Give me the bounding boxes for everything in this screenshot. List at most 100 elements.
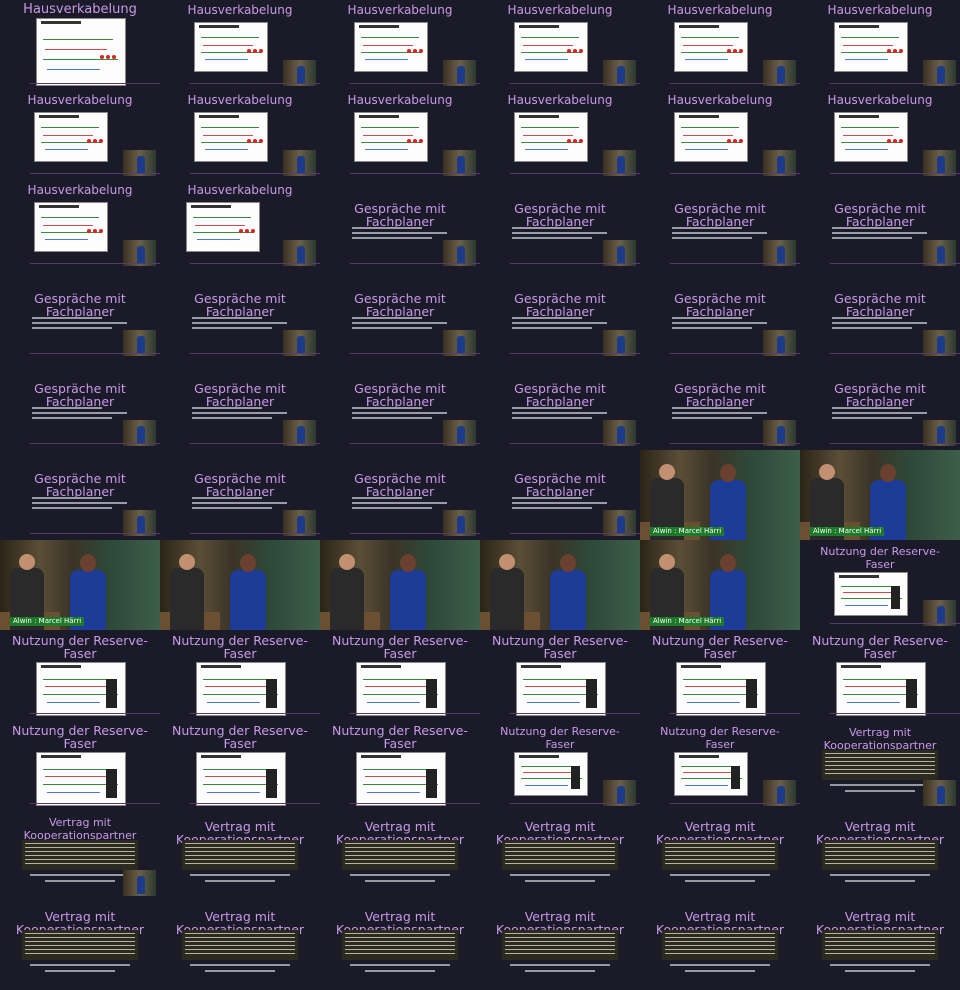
video-thumbnail[interactable]: Hausverkabelung <box>0 180 160 270</box>
diagram-image <box>356 752 446 806</box>
video-thumbnail[interactable]: Gespräche mit Fachplaner <box>320 360 480 450</box>
video-thumbnail[interactable]: Vertrag mit Kooperationspartner <box>0 900 160 990</box>
video-thumbnail[interactable]: Hausverkabelung <box>800 0 960 90</box>
video-thumbnail[interactable]: Gespräche mit Fachplaner <box>480 450 640 540</box>
video-thumbnail[interactable]: Nutzung der Reserve- Faser <box>640 630 800 720</box>
video-thumbnail[interactable]: Gespräche mit Fachplaner <box>0 360 160 450</box>
video-thumbnail[interactable]: Vertrag mit Kooperationspartner <box>800 900 960 990</box>
video-thumbnail[interactable]: Nutzung der Reserve- Faser <box>320 630 480 720</box>
video-thumbnail[interactable]: Hausverkabelung <box>640 0 800 90</box>
slide-divider <box>670 443 800 444</box>
video-thumbnail[interactable] <box>160 540 320 630</box>
video-thumbnail[interactable]: Vertrag mit Kooperationspartner <box>800 810 960 900</box>
video-thumbnail[interactable]: Gespräche mit Fachplaner <box>160 270 320 360</box>
video-thumbnail[interactable]: Vertrag mit Kooperationspartner <box>800 720 960 810</box>
video-thumbnail[interactable]: Vertrag mit Kooperationspartner <box>640 900 800 990</box>
video-thumbnail[interactable]: Gespräche mit Fachplaner <box>0 450 160 540</box>
diagram-line <box>365 149 408 150</box>
video-thumbnail[interactable]: Vertrag mit Kooperationspartner <box>640 810 800 900</box>
video-thumbnail[interactable]: Gespräche mit Fachplaner <box>480 360 640 450</box>
video-thumbnail[interactable]: Hausverkabelung <box>640 90 800 180</box>
video-thumbnail[interactable]: Vertrag mit Kooperationspartner <box>160 900 320 990</box>
video-thumbnail[interactable]: Hausverkabelung <box>160 0 320 90</box>
video-thumbnail[interactable]: Gespräche mit Fachplaner <box>480 270 640 360</box>
diagram-header <box>201 755 241 758</box>
slide-divider <box>30 173 160 174</box>
video-thumbnail[interactable]: Hausverkabelung <box>800 90 960 180</box>
video-thumbnail[interactable]: Gespräche mit Fachplaner <box>320 450 480 540</box>
bullet-line <box>32 407 102 409</box>
video-thumbnail[interactable]: Nutzung der Reserve- Faser <box>160 720 320 810</box>
diagram-line <box>685 59 728 60</box>
diagram-line <box>41 217 99 218</box>
video-thumbnail[interactable]: Gespräche mit Fachplaner <box>800 360 960 450</box>
video-thumbnail[interactable]: Gespräche mit Fachplaner <box>800 270 960 360</box>
video-thumbnail[interactable]: Hausverkabelung <box>0 0 160 90</box>
video-thumbnail[interactable]: Vertrag mit Kooperationspartner <box>320 810 480 900</box>
bullet-line <box>352 317 422 319</box>
video-thumbnail[interactable]: Hausverkabelung <box>320 90 480 180</box>
slide-divider <box>350 353 480 354</box>
diagram-line <box>367 702 420 703</box>
video-thumbnail[interactable]: Gespräche mit Fachplaner <box>320 180 480 270</box>
diagram-device <box>266 769 277 798</box>
speaker-name-label: Alwin : Marcel Härri <box>810 527 885 536</box>
text-line <box>345 933 455 934</box>
video-thumbnail[interactable]: Gespräche mit Fachplaner <box>640 270 800 360</box>
diagram-marker <box>106 55 110 59</box>
text-line <box>825 757 935 758</box>
video-thumbnail[interactable]: Vertrag mit Kooperationspartner <box>0 810 160 900</box>
video-thumbnail[interactable]: Vertrag mit Kooperationspartner <box>480 810 640 900</box>
video-thumbnail[interactable]: Hausverkabelung <box>0 90 160 180</box>
diagram-image <box>514 752 588 796</box>
video-thumbnail[interactable]: Hausverkabelung <box>480 0 640 90</box>
video-thumbnail[interactable]: Hausverkabelung <box>160 180 320 270</box>
video-thumbnail[interactable]: Hausverkabelung <box>160 90 320 180</box>
video-thumbnail[interactable]: Hausverkabelung <box>480 90 640 180</box>
video-thumbnail[interactable]: Nutzung der Reserve- Faser <box>800 540 960 630</box>
diagram-header <box>679 755 719 758</box>
video-thumbnail[interactable]: Gespräche mit Fachplaner <box>160 450 320 540</box>
bullet-line <box>512 407 582 409</box>
diagram-line <box>523 135 573 136</box>
video-thumbnail[interactable]: Hausverkabelung <box>320 0 480 90</box>
video-thumbnail[interactable]: Gespräche mit Fachplaner <box>640 180 800 270</box>
video-thumbnail[interactable]: Alwin : Marcel Härri <box>0 540 160 630</box>
video-thumbnail[interactable]: Nutzung der Reserve- Faser <box>480 720 640 810</box>
video-thumbnail[interactable]: Nutzung der Reserve- Faser <box>160 630 320 720</box>
diagram-line <box>207 702 260 703</box>
slide-divider <box>190 83 320 84</box>
video-thumbnail[interactable]: Nutzung der Reserve- Faser <box>800 630 960 720</box>
video-thumbnail[interactable]: Gespräche mit Fachplaner <box>320 270 480 360</box>
diagram-header <box>359 115 399 118</box>
video-thumbnail[interactable]: Gespräche mit Fachplaner <box>480 180 640 270</box>
video-thumbnail[interactable] <box>320 540 480 630</box>
video-thumbnail[interactable]: Gespräche mit Fachplaner <box>160 360 320 450</box>
slide-title: Hausverkabelung <box>667 3 773 17</box>
slide-source-line <box>670 874 770 876</box>
video-thumbnail[interactable]: Nutzung der Reserve- Faser <box>0 720 160 810</box>
video-thumbnail[interactable]: Gespräche mit Fachplaner <box>0 270 160 360</box>
speaker-name-label: Alwin : Marcel Härri <box>650 527 725 536</box>
diagram-line <box>685 149 728 150</box>
video-thumbnail[interactable]: Vertrag mit Kooperationspartner <box>160 810 320 900</box>
diagram-line <box>43 679 113 680</box>
video-thumbnail[interactable]: Nutzung der Reserve- Faser <box>0 630 160 720</box>
video-thumbnail[interactable]: Nutzung der Reserve- Faser <box>640 720 800 810</box>
video-thumbnail[interactable]: Vertrag mit Kooperationspartner <box>480 900 640 990</box>
video-thumbnail[interactable] <box>480 540 640 630</box>
video-thumbnail[interactable]: Nutzung der Reserve- Faser <box>480 630 640 720</box>
video-thumbnail[interactable]: Gespräche mit Fachplaner <box>800 180 960 270</box>
video-thumbnail[interactable]: Alwin : Marcel Härri <box>640 540 800 630</box>
diagram-marker <box>413 49 417 53</box>
bullet-line <box>512 417 592 419</box>
video-thumbnail[interactable]: Alwin : Marcel Härri <box>800 450 960 540</box>
diagram-line <box>43 225 93 226</box>
video-thumbnail[interactable]: Alwin : Marcel Härri <box>640 450 800 540</box>
text-line <box>665 851 775 852</box>
text-line <box>345 851 455 852</box>
video-thumbnail[interactable]: Vertrag mit Kooperationspartner <box>320 900 480 990</box>
video-thumbnail[interactable]: Nutzung der Reserve- Faser <box>320 720 480 810</box>
video-thumbnail[interactable]: Gespräche mit Fachplaner <box>640 360 800 450</box>
slide-source-line <box>205 880 275 882</box>
